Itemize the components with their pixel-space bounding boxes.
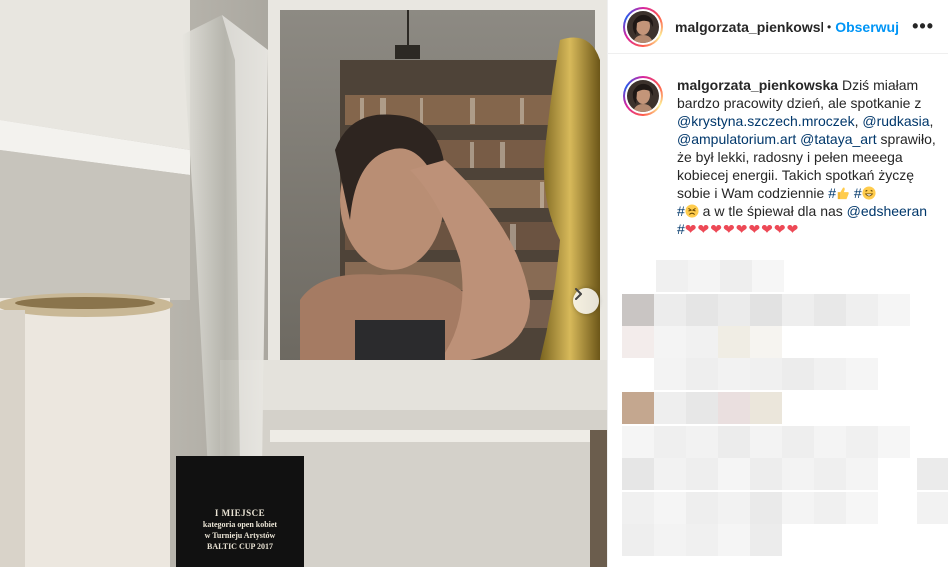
separator-dot: • [827, 19, 832, 34]
heart-emojis: ❤❤❤❤❤❤❤❤❤ [684, 221, 800, 237]
post-header: malgorzata_pienkowsk • Obserwuj ••• [608, 0, 948, 54]
avatar-image [627, 10, 659, 43]
hashtag-link[interactable]: # [850, 185, 862, 201]
mention-link[interactable]: @rudkasia [862, 113, 929, 129]
persevering-emoji-icon [685, 204, 699, 218]
avatar-image [627, 80, 659, 112]
plaque-line-3: w Turnieju Artystów [204, 531, 276, 540]
caption-separator: , [929, 113, 934, 129]
mention-link[interactable]: @ampulatorium.art [677, 131, 796, 147]
plaque-line-4: BALTIC CUP 2017 [207, 542, 273, 551]
chevron-right-icon [575, 288, 582, 300]
caption-username[interactable]: malgorzata_pienkowska [677, 77, 838, 93]
plaque-line-2: kategoria open kobiet [202, 520, 278, 529]
avatar[interactable] [623, 6, 663, 47]
next-photo-button[interactable] [573, 288, 599, 314]
post-caption: malgorzata_pienkowska Dziś miałam bardzo… [623, 76, 943, 238]
thumbs-up-emoji-icon [837, 187, 849, 200]
more-options-icon[interactable]: ••• [912, 16, 934, 37]
trophy-plaque: I MIEJSCE kategoria open kobiet w Turnie… [176, 476, 304, 567]
hashtag-link[interactable]: # [828, 185, 836, 201]
mention-link[interactable]: @tataya_art [800, 131, 876, 147]
mention-link[interactable]: @krystyna.szczech.mroczek [677, 113, 855, 129]
caption-part-3: a w tle śpiewał dla nas [698, 203, 847, 219]
follow-button[interactable]: Obserwuj [835, 19, 899, 35]
hashtag-link[interactable]: # [677, 203, 685, 219]
mention-link[interactable]: @edsheeran [847, 203, 927, 219]
grinning-emoji-icon [862, 186, 876, 200]
blurred-comments [608, 258, 948, 567]
header-username[interactable]: malgorzata_pienkowsk [675, 19, 823, 35]
caption-text: malgorzata_pienkowska Dziś miałam bardzo… [677, 76, 943, 238]
hashtag-link[interactable]: # [677, 221, 685, 237]
post-sidebar: malgorzata_pienkowsk • Obserwuj ••• malg… [607, 0, 948, 567]
caption-avatar[interactable] [623, 76, 663, 116]
plaque-line-1: I MIEJSCE [214, 508, 266, 518]
post-photo[interactable]: I MIEJSCE kategoria open kobiet w Turnie… [0, 0, 607, 567]
